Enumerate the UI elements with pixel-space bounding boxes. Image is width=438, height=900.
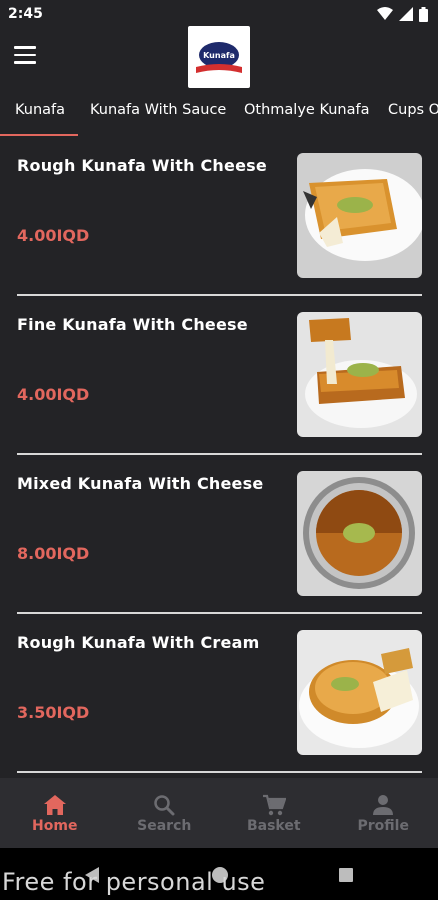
nav-label: Home <box>32 818 78 834</box>
divider <box>17 612 422 614</box>
nav-home[interactable]: Home <box>0 778 110 848</box>
item-photo <box>297 153 422 278</box>
item-name: Rough Kunafa With Cream <box>17 633 260 652</box>
recents-icon[interactable] <box>338 867 354 883</box>
nav-search[interactable]: Search <box>110 778 220 848</box>
cart-icon <box>262 794 286 816</box>
tab-othmalye-kunafa[interactable]: Othmalye Kunafa <box>244 92 369 136</box>
nav-label: Search <box>137 818 192 834</box>
menu-line <box>14 46 36 49</box>
item-name: Mixed Kunafa With Cheese <box>17 474 264 493</box>
list-item[interactable]: Rough Kunafa With Cheese 4.00IQD <box>0 140 438 299</box>
hamburger-menu-button[interactable] <box>14 46 38 66</box>
status-icons <box>377 6 428 22</box>
tab-cups[interactable]: Cups O <box>388 92 438 136</box>
nav-basket[interactable]: Basket <box>219 778 329 848</box>
item-photo <box>297 471 422 596</box>
app-header: Kunafa <box>0 26 438 88</box>
status-bar: 2:45 <box>0 0 438 28</box>
divider <box>17 294 422 296</box>
menu-line <box>14 61 36 64</box>
item-name: Rough Kunafa With Cheese <box>17 156 267 175</box>
active-tab-indicator <box>0 134 78 136</box>
list-item[interactable]: Mixed Kunafa With Cheese 8.00IQD <box>0 458 438 617</box>
watermark-text: Free for personal use <box>2 868 266 896</box>
search-icon <box>154 795 175 816</box>
item-name: Fine Kunafa With Cheese <box>17 315 248 334</box>
item-price: 4.00IQD <box>17 226 90 245</box>
menu-line <box>14 53 36 56</box>
home-icon <box>43 795 66 815</box>
logo-text: Kunafa <box>203 51 235 60</box>
category-tabs: Kunafa Kunafa With Sauce Othmalye Kunafa… <box>0 92 438 136</box>
profile-icon <box>373 795 394 815</box>
list-item[interactable]: Fine Kunafa With Cheese 4.00IQD <box>0 299 438 458</box>
divider <box>17 453 422 455</box>
list-item[interactable]: Rough Kunafa With Cream 3.50IQD <box>0 617 438 776</box>
nav-profile[interactable]: Profile <box>329 778 438 848</box>
wifi-icon <box>377 7 393 20</box>
signal-icon <box>399 7 413 21</box>
logo-mark: Kunafa <box>196 42 242 73</box>
item-price: 3.50IQD <box>17 703 90 722</box>
battery-icon <box>419 6 428 22</box>
nav-label: Basket <box>246 818 301 834</box>
item-photo <box>297 312 422 437</box>
status-time: 2:45 <box>8 6 43 22</box>
bottom-navigation: Home Search Basket Profile <box>0 778 438 848</box>
restaurant-logo: Kunafa <box>188 26 250 88</box>
item-photo <box>297 630 422 755</box>
tab-kunafa[interactable]: Kunafa <box>15 92 65 136</box>
item-price: 8.00IQD <box>17 544 90 563</box>
nav-label: Profile <box>357 818 409 834</box>
tab-kunafa-with-sauce[interactable]: Kunafa With Sauce <box>90 92 226 136</box>
divider <box>17 771 422 773</box>
item-price: 4.00IQD <box>17 385 90 404</box>
